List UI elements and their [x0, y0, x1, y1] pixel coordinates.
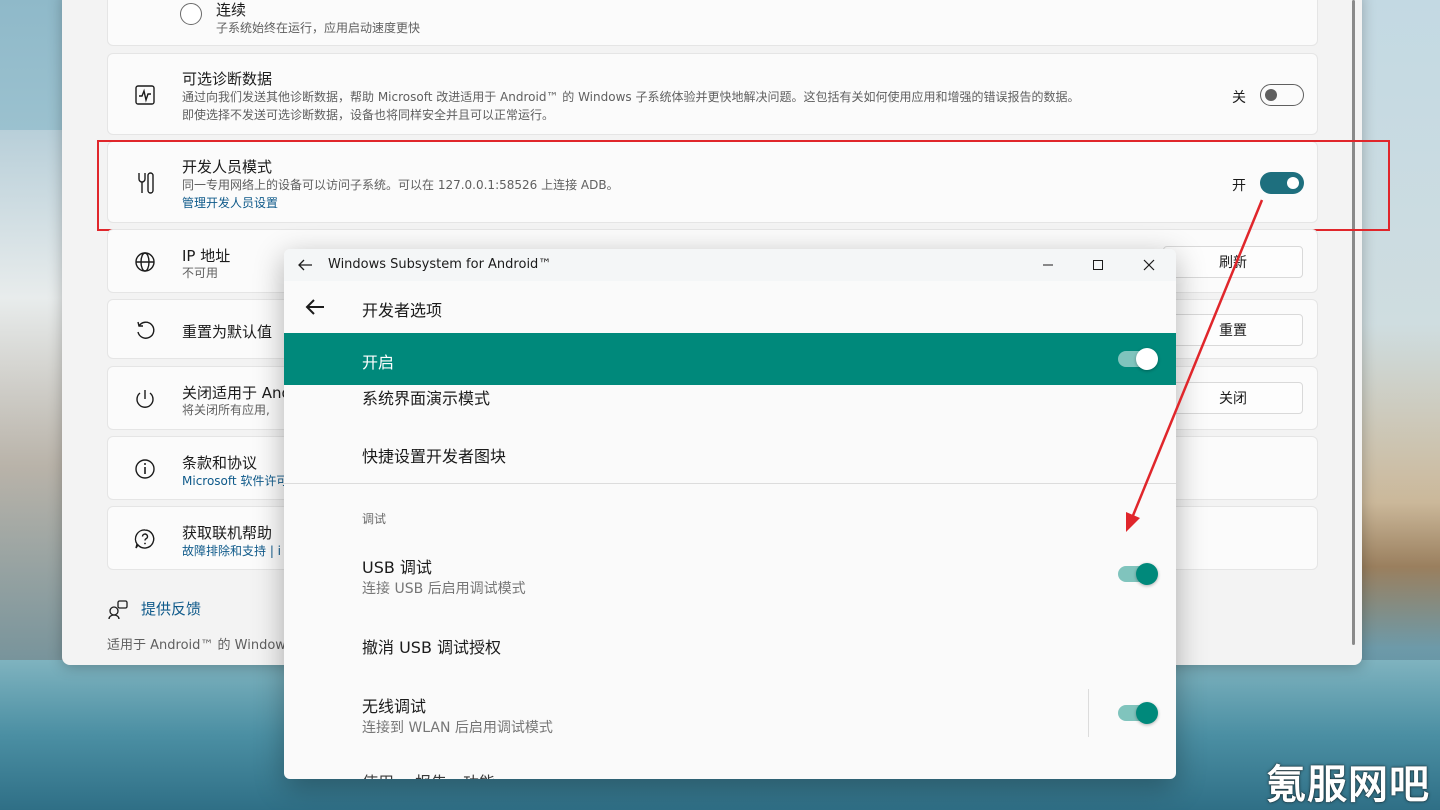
feedback-icon: [108, 599, 128, 619]
partial-item[interactable]: 使用… 报告…功能: [362, 769, 495, 779]
back-arrow-icon[interactable]: [304, 297, 326, 317]
license-link[interactable]: Microsoft 软件许可: [182, 472, 288, 489]
master-switch-bar[interactable]: 开启: [284, 333, 1176, 385]
reset-title: 重置为默认值: [182, 323, 273, 341]
wireless-debug-separator: [1088, 689, 1089, 737]
revoke-usb-auth-item[interactable]: 撤消 USB 调试授权: [362, 634, 501, 658]
continuous-option-card[interactable]: 连续 子系统始终在运行，应用启动速度更快: [107, 0, 1318, 46]
troubleshoot-link[interactable]: 故障排除和支持 | i: [182, 542, 281, 559]
wireless-debug-title: 无线调试: [362, 697, 427, 716]
diagnostics-toggle-label: 关: [1232, 90, 1246, 106]
reset-button[interactable]: 重置: [1163, 314, 1303, 346]
continuous-title: 连续: [216, 1, 247, 19]
power-icon: [132, 386, 158, 412]
shutdown-title: 关闭适用于 And: [182, 384, 292, 402]
footer-text: 适用于 Android™ 的 Windows: [107, 638, 293, 653]
app-header: 开发者选项: [284, 281, 1176, 333]
pulse-chart-icon: [132, 82, 158, 108]
continuous-desc: 子系统始终在运行，应用启动速度更快: [216, 21, 421, 35]
shutdown-button[interactable]: 关闭: [1163, 382, 1303, 414]
developer-options-title: 开发者选项: [362, 301, 443, 320]
titlebar-back-icon[interactable]: [296, 256, 314, 274]
info-icon: [132, 456, 158, 482]
annotation-highlight-box: [97, 140, 1390, 231]
maximize-icon[interactable]: [1088, 255, 1108, 275]
wsa-window: Windows Subsystem for Android™ 开发者选项 开启 …: [284, 249, 1176, 779]
ip-address-value: 不可用: [182, 266, 219, 280]
globe-icon: [132, 249, 158, 275]
diagnostics-desc-2: 即使选择不发送可选诊断数据，设备也将同样安全并且可以正常运行。: [182, 108, 555, 122]
wireless-debug-knob: [1136, 702, 1158, 724]
quick-tiles-item[interactable]: 快捷设置开发者图块: [362, 443, 506, 467]
usb-debug-toggle[interactable]: [1118, 563, 1158, 585]
feedback-label: 提供反馈: [141, 600, 202, 618]
terms-title: 条款和协议: [182, 454, 258, 472]
reset-icon: [132, 317, 158, 343]
diagnostics-card: 可选诊断数据 通过向我们发送其他诊断数据，帮助 Microsoft 改进适用于 …: [107, 53, 1318, 135]
wsa-titlebar: Windows Subsystem for Android™: [284, 249, 1176, 281]
section-divider: [284, 483, 1176, 484]
wireless-debug-subtitle: 连接到 WLAN 后启用调试模式: [362, 720, 553, 736]
wireless-debug-toggle[interactable]: [1118, 702, 1158, 724]
help-icon: [132, 526, 158, 552]
master-switch-label: 开启: [362, 353, 395, 372]
usb-debug-title: USB 调试: [362, 558, 432, 577]
usb-debug-subtitle: 连接 USB 后启用调试模式: [362, 581, 526, 597]
shutdown-desc: 将关闭所有应用,: [182, 403, 270, 417]
usb-debug-knob: [1136, 563, 1158, 585]
feedback-link[interactable]: 提供反馈: [107, 598, 201, 619]
minimize-icon[interactable]: [1038, 255, 1058, 275]
debug-section-header: 调试: [362, 512, 387, 526]
master-switch-knob: [1136, 348, 1158, 370]
ip-address-title: IP 地址: [182, 247, 231, 265]
diagnostics-title: 可选诊断数据: [182, 70, 273, 88]
diagnostics-desc-1: 通过向我们发送其他诊断数据，帮助 Microsoft 改进适用于 Android…: [182, 90, 1080, 104]
settings-scrollbar[interactable]: [1352, 0, 1355, 645]
close-icon[interactable]: [1139, 255, 1159, 275]
diagnostics-toggle[interactable]: [1260, 84, 1304, 106]
refresh-button[interactable]: 刷新: [1163, 246, 1303, 278]
help-title: 获取联机帮助: [182, 524, 273, 542]
watermark: 氪服网吧: [1266, 762, 1430, 808]
wsa-window-title: Windows Subsystem for Android™: [328, 257, 552, 272]
demo-mode-item[interactable]: 系统界面演示模式: [362, 385, 490, 409]
master-switch-toggle[interactable]: [1118, 348, 1158, 370]
continuous-radio[interactable]: [180, 3, 202, 25]
